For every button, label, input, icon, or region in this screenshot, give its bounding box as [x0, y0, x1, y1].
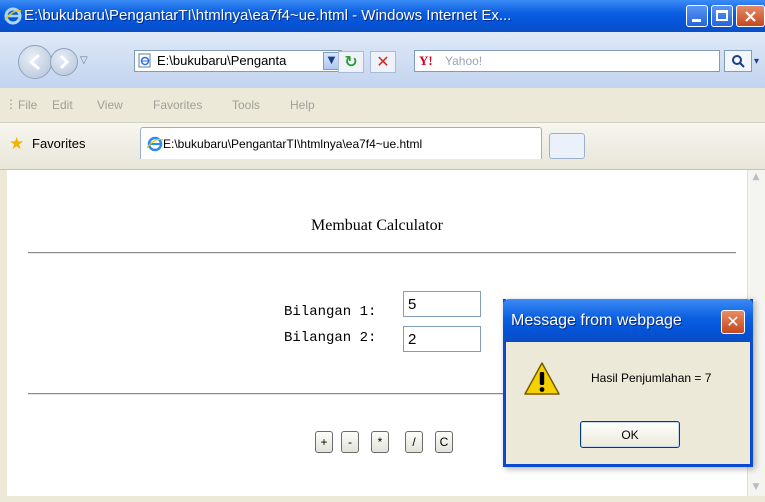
close-icon: [745, 11, 756, 22]
menu-help[interactable]: Help: [290, 98, 315, 112]
refresh-button[interactable]: ↻: [338, 51, 364, 73]
multiply-button[interactable]: *: [371, 431, 389, 453]
forward-arrow-icon: [59, 54, 70, 70]
dialog-message: Hasil Penjumlahan = 7: [591, 371, 712, 385]
close-icon: ✕: [726, 312, 740, 331]
search-button[interactable]: [724, 50, 752, 72]
add-button[interactable]: +: [315, 431, 333, 453]
stop-icon: ✕: [376, 52, 390, 71]
scroll-up-icon[interactable]: ▲: [749, 172, 763, 186]
divider-top: [28, 252, 736, 254]
window-title: E:\bukubaru\PengantarTI\htmlnya\ea7f4~ue…: [24, 7, 512, 24]
search-icon: [732, 55, 745, 68]
dialog-close-button[interactable]: ✕: [721, 310, 745, 334]
browser-window: E:\bukubaru\PengantarTI\htmlnya\ea7f4~ue…: [0, 0, 765, 502]
subtract-button[interactable]: -: [341, 431, 359, 453]
ok-button[interactable]: OK: [580, 421, 680, 448]
menu-file[interactable]: File: [18, 98, 37, 112]
menu-tools[interactable]: Tools: [232, 98, 260, 112]
menu-favorites[interactable]: Favorites: [153, 98, 202, 112]
new-tab-button[interactable]: [549, 133, 585, 159]
menu-edit[interactable]: Edit: [52, 98, 73, 112]
tab-current-page[interactable]: E:\bukubaru\PengantarTI\htmlnya\ea7f4~ue…: [140, 127, 542, 159]
minimize-button[interactable]: [686, 5, 708, 27]
address-bar[interactable]: E:\bukubaru\Penganta ▼: [134, 50, 342, 72]
bilangan-1-input[interactable]: [403, 291, 481, 317]
back-arrow-icon: [28, 53, 40, 71]
favorites-star-icon[interactable]: ★: [9, 134, 24, 154]
search-input[interactable]: Y! Yahoo!: [414, 50, 720, 72]
maximize-button[interactable]: [711, 5, 733, 27]
address-text: E:\bukubaru\Penganta: [157, 53, 287, 68]
search-placeholder: Yahoo!: [445, 54, 483, 68]
bilangan-2-input[interactable]: [403, 326, 481, 352]
favorites-button[interactable]: Favorites: [32, 136, 85, 151]
divide-button[interactable]: /: [405, 431, 423, 453]
label-bilangan-2: Bilangan 2:: [284, 330, 377, 346]
recent-pages-dropdown[interactable]: ▽: [80, 55, 88, 66]
minimize-icon: [692, 19, 701, 22]
page-icon: [138, 53, 151, 68]
yahoo-icon: Y!: [419, 53, 433, 68]
maximize-icon: [716, 10, 728, 21]
scroll-down-icon[interactable]: ▼: [749, 482, 763, 496]
tab-title: E:\bukubaru\PengantarTI\htmlnya\ea7f4~ue…: [163, 137, 423, 151]
page-title: Membuat Calculator: [311, 217, 443, 234]
clear-button[interactable]: C: [435, 431, 453, 453]
menu-view[interactable]: View: [97, 98, 123, 112]
label-bilangan-1: Bilangan 1:: [284, 304, 377, 320]
search-options-dropdown[interactable]: ▾: [754, 56, 759, 67]
forward-button[interactable]: [50, 48, 78, 76]
stop-button[interactable]: ✕: [370, 51, 396, 73]
warning-icon: [524, 362, 560, 395]
ie-icon: [4, 7, 22, 25]
refresh-icon: ↻: [344, 52, 358, 71]
menu-grip: ⋮: [5, 97, 17, 111]
close-button[interactable]: [736, 5, 765, 27]
ie-page-icon: [147, 136, 163, 152]
dialog-title: Message from webpage: [511, 312, 682, 329]
back-button[interactable]: [18, 45, 52, 79]
title-bar[interactable]: E:\bukubaru\PengantarTI\htmlnya\ea7f4~ue…: [0, 0, 765, 32]
